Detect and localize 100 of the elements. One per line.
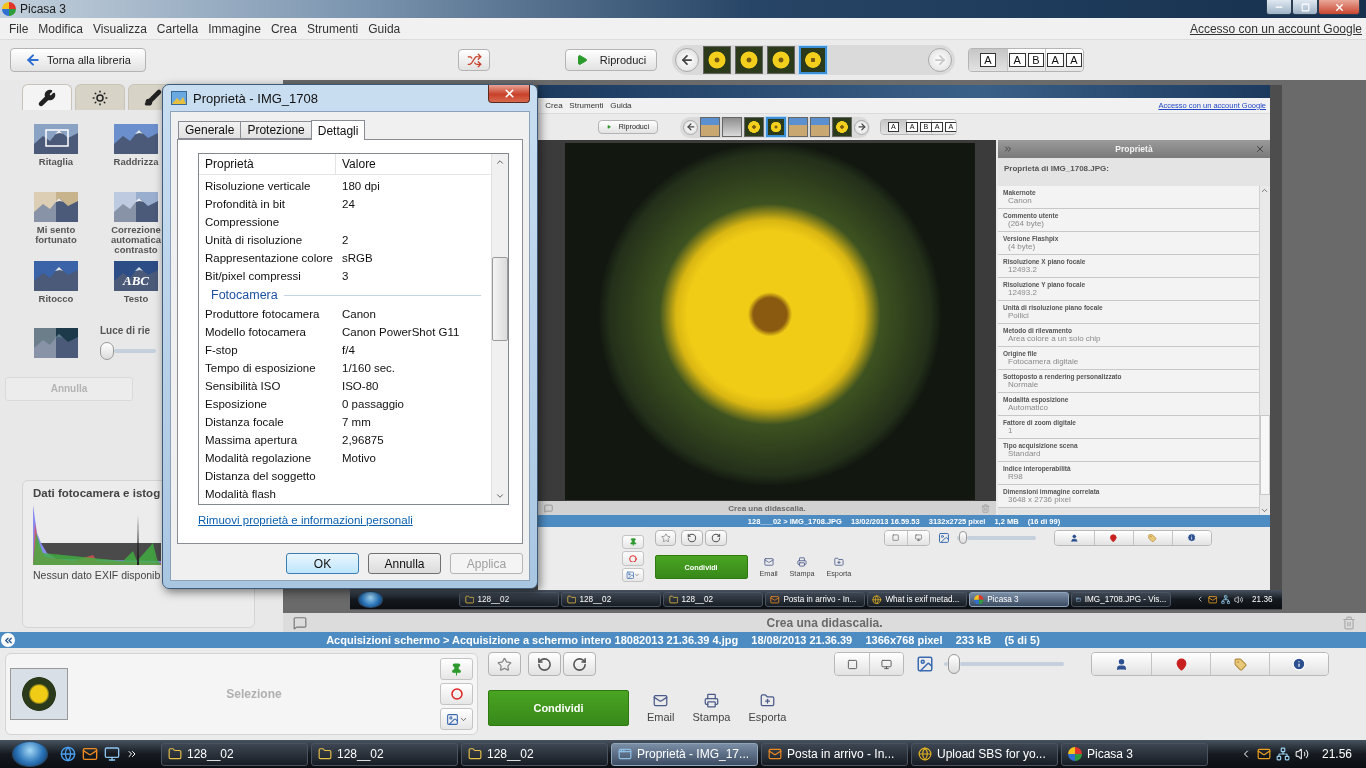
location-button[interactable] <box>1151 653 1210 675</box>
rotate-right-button[interactable] <box>704 529 727 546</box>
layout-button[interactable]: A <box>969 49 1007 71</box>
taskbar-button[interactable]: 128__02 <box>561 591 662 608</box>
layout-button[interactable]: A A <box>1045 49 1083 71</box>
taskbar-button[interactable]: Posta in arrivo - In... <box>765 591 866 608</box>
info-button[interactable] <box>1171 530 1211 546</box>
maximize-button[interactable] <box>1292 0 1318 15</box>
mail-launch-button[interactable] <box>82 746 98 762</box>
photo-thumbnail[interactable] <box>767 46 795 74</box>
share-button[interactable] <box>458 49 490 71</box>
dialog-button[interactable]: OK <box>286 553 359 574</box>
pin-button[interactable] <box>622 534 644 550</box>
browser-launch-button[interactable] <box>60 746 76 762</box>
taskbar-button[interactable]: Picasa 3 <box>1061 742 1208 766</box>
tool-button[interactable]: Correzione automatica contrasto <box>110 192 162 255</box>
show-desktop-button[interactable] <box>104 746 120 762</box>
column-header[interactable]: Proprietà <box>199 154 336 174</box>
minimize-button[interactable] <box>1266 0 1292 15</box>
rotate-left-button[interactable] <box>680 529 703 546</box>
tool-button[interactable]: Ritaglia <box>16 124 96 167</box>
previous-button[interactable] <box>675 48 699 72</box>
photo-thumbnail[interactable] <box>700 117 720 137</box>
taskbar-button[interactable]: 128__02 <box>461 742 608 766</box>
photo-thumbnail[interactable] <box>799 46 827 74</box>
actual-size-button[interactable] <box>907 530 930 546</box>
layout-button[interactable]: A B <box>1007 49 1045 71</box>
column-header[interactable]: Valore <box>336 154 491 174</box>
caption-field[interactable]: Crea una didascalia. <box>728 503 806 513</box>
block-button[interactable] <box>440 683 473 705</box>
menu-item[interactable]: Guida <box>363 21 406 36</box>
menu-item[interactable]: Crea <box>542 101 566 110</box>
photo-thumbnail[interactable] <box>703 46 731 74</box>
photo-thumbnail[interactable] <box>788 117 808 137</box>
dropdown-button[interactable] <box>622 567 644 583</box>
taskbar-button[interactable]: Picasa 3 <box>969 591 1070 608</box>
block-button[interactable] <box>622 551 644 566</box>
tab[interactable]: Protezione <box>240 121 312 139</box>
more-button[interactable] <box>126 748 138 760</box>
zoom-slider[interactable] <box>956 531 1036 545</box>
star-button[interactable] <box>488 652 521 676</box>
people-button[interactable] <box>1092 653 1151 675</box>
star-button[interactable] <box>654 529 677 546</box>
zoom-slider-thumb[interactable] <box>959 531 968 545</box>
info-button[interactable] <box>1269 653 1328 675</box>
print-button[interactable]: Stampa <box>692 693 731 723</box>
menu-item[interactable]: Visualizza <box>88 21 152 36</box>
menu-item[interactable]: Immagine <box>203 21 266 36</box>
taskbar-button[interactable]: IMG_1708.JPG - Vis... <box>1071 591 1172 608</box>
play-button[interactable]: Riproduci <box>565 49 657 71</box>
start-button[interactable] <box>358 590 383 609</box>
rotate-right-button[interactable] <box>563 652 596 676</box>
scroll-thumb[interactable] <box>1260 415 1270 495</box>
start-button[interactable] <box>12 741 48 767</box>
menu-item[interactable]: Strumenti <box>301 21 364 36</box>
taskbar-button[interactable]: Posta in arrivo - In... <box>761 742 908 766</box>
back-button[interactable]: Torna alla libreria <box>10 48 146 72</box>
actual-size-button[interactable] <box>869 653 903 675</box>
taskbar-button[interactable]: 128__02 <box>459 591 560 608</box>
photo-thumbnail[interactable] <box>744 117 764 137</box>
taskbar-button[interactable]: 128__02 <box>161 742 308 766</box>
close-button[interactable] <box>1318 0 1360 15</box>
menu-item[interactable]: Modifica <box>33 21 89 36</box>
tool-button[interactable]: Mi sento fortunato <box>16 192 96 245</box>
photo-thumbnail[interactable] <box>722 117 742 137</box>
remove-properties-link[interactable]: Rimuovi proprietà e informazioni personali <box>198 514 509 526</box>
caption-field[interactable]: Crea una didascalia. <box>766 615 883 630</box>
slider-thumb[interactable] <box>100 342 114 361</box>
account-link[interactable]: Accesso con un account Google <box>1189 21 1362 36</box>
next-button[interactable] <box>854 119 869 135</box>
photo-thumbnail[interactable] <box>810 117 830 137</box>
editing-tab[interactable] <box>22 84 72 110</box>
menu-item[interactable]: Cartella <box>151 21 204 36</box>
menu-item[interactable]: File <box>4 21 34 36</box>
screenshot-thumbnail[interactable] <box>10 668 68 720</box>
collapse-button[interactable] <box>1 633 15 647</box>
share-button[interactable]: Condividi <box>488 690 629 726</box>
dropdown-button[interactable] <box>440 708 473 730</box>
tab[interactable]: Generale <box>178 121 242 139</box>
people-button[interactable] <box>1054 530 1094 546</box>
tool-button[interactable]: ABC Testo <box>110 260 162 304</box>
fit-view-button[interactable] <box>835 653 869 675</box>
zoom-slider[interactable] <box>944 654 1064 674</box>
taskbar-button[interactable]: What is exif metad... <box>867 591 968 608</box>
zoom-slider-thumb[interactable] <box>947 654 960 674</box>
export-button[interactable]: Esporta <box>748 693 787 723</box>
close-button[interactable] <box>488 85 530 103</box>
photo-thumbnail[interactable] <box>735 46 763 74</box>
tool-button[interactable]: Ritocco <box>16 260 96 304</box>
dialog-button[interactable]: Annulla <box>368 553 441 574</box>
email-button[interactable]: Email <box>647 693 675 723</box>
taskbar-button[interactable]: 128__02 <box>663 591 764 608</box>
menu-item[interactable]: Crea <box>265 21 302 36</box>
photo-thumbnail[interactable] <box>766 117 786 137</box>
taskbar-button[interactable]: 128__02 <box>311 742 458 766</box>
taskbar-button[interactable]: Upload SBS for yo... <box>911 742 1058 766</box>
menu-item[interactable]: Strumenti <box>566 101 607 110</box>
tool-button[interactable]: Raddrizza <box>110 124 162 167</box>
pin-button[interactable] <box>440 658 473 680</box>
photo-thumbnail[interactable] <box>832 117 852 137</box>
